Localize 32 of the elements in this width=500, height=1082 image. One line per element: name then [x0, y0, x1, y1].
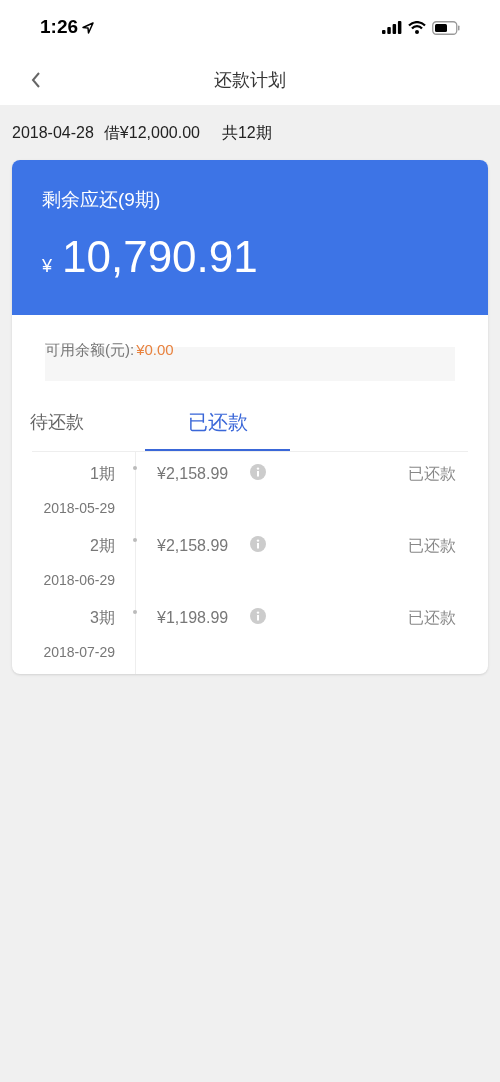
- summary-label: 剩余应还(9期): [42, 188, 162, 212]
- loan-amount: 借¥12,000.00: [103, 122, 200, 143]
- page-title: 还款计划: [214, 68, 286, 92]
- battery-icon: [432, 20, 460, 35]
- repayment-amount: ¥1,198.99: [157, 608, 229, 628]
- due-date: 2018-05-29: [43, 499, 115, 518]
- summary-amount: 10,790.91: [62, 234, 258, 279]
- term-label: 1期: [90, 464, 115, 484]
- back-icon: [31, 72, 41, 88]
- balance-value: ¥0.00: [136, 340, 174, 360]
- status-label: 已还款: [408, 536, 456, 556]
- status-label: 已还款: [408, 464, 456, 484]
- tab[interactable]: 待还款: [30, 395, 145, 451]
- term-label: 2期: [90, 536, 115, 556]
- repayment-amount: ¥2,158.99: [157, 536, 229, 556]
- info-icon[interactable]: [250, 536, 267, 552]
- balance-label: 可用余额(元):: [45, 340, 135, 360]
- info-icon[interactable]: [250, 608, 267, 624]
- currency-sign: ¥: [42, 254, 52, 278]
- term-label: 3期: [90, 608, 115, 628]
- status-time: 1:26: [40, 15, 79, 40]
- location-icon: [82, 21, 95, 34]
- info-icon[interactable]: [250, 464, 267, 480]
- tab[interactable]: 已还款: [145, 395, 290, 451]
- repayment-amount: ¥2,158.99: [157, 464, 229, 484]
- due-date: 2018-06-29: [43, 571, 115, 590]
- loan-terms: 共12期: [221, 122, 272, 143]
- status-label: 已还款: [408, 608, 456, 628]
- signal-icon: [382, 21, 402, 34]
- loan-date: 2018-04-28: [12, 122, 94, 143]
- wifi-icon: [408, 21, 426, 34]
- due-date: 2018-07-29: [43, 643, 115, 662]
